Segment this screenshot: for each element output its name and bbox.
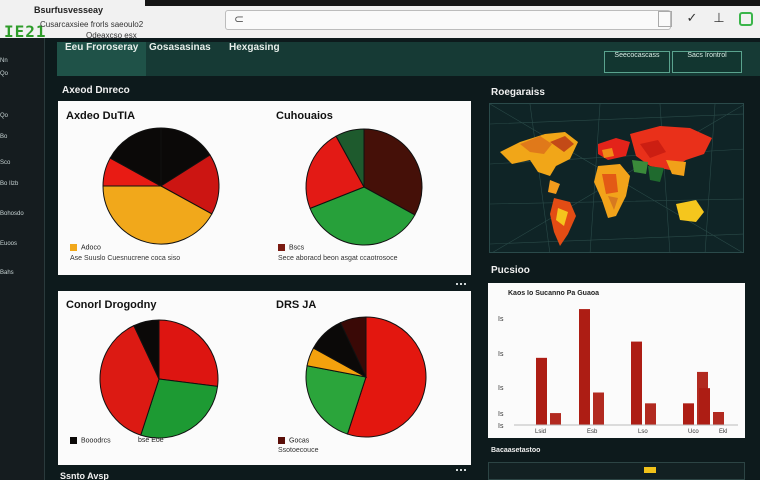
sidebar-item[interactable]: Qo <box>0 71 8 77</box>
sidebar-item[interactable]: Bo <box>0 134 7 140</box>
bar[interactable] <box>536 357 547 425</box>
bottom-panel <box>488 462 745 480</box>
section-title-bottom-right: Bacaasetastoo <box>491 447 541 454</box>
bar[interactable] <box>645 403 656 425</box>
chrome-dark-strip <box>145 0 760 6</box>
section-title-bars: Pucsioo <box>491 265 530 276</box>
address-button[interactable] <box>658 11 672 27</box>
bar[interactable] <box>699 388 710 425</box>
section-title-map: Roegaraiss <box>491 87 545 98</box>
shield-check-icon[interactable] <box>739 12 753 26</box>
x-tick-label: Lsid <box>535 429 547 435</box>
app-subline: Cusarcaxsiee frorls saeoulo2 <box>40 20 144 29</box>
sidebar: Nn Qo Qo Bo Sco Bo Ilzb Bohosdo Euoos Ba… <box>0 38 45 480</box>
legend-label: Adoco <box>81 244 101 252</box>
x-tick-label: Ekl <box>719 429 728 435</box>
bar[interactable] <box>579 309 590 425</box>
pie-slice[interactable] <box>158 319 219 387</box>
sidebar-item[interactable]: Nn <box>0 58 8 64</box>
panel-note: Ssotoecouce <box>278 447 319 454</box>
legend-swatch <box>70 437 77 444</box>
pie-panel: Axdeo DuTIA Adoco Ase Suuslo Cuesnucrene… <box>58 101 268 275</box>
legend-item: Booodrcs <box>70 437 111 444</box>
pie-panel: DRS JA Gocas Ssotoecouce <box>268 291 471 465</box>
sidebar-item[interactable]: Euoos <box>0 241 17 247</box>
legend-swatch <box>278 437 285 444</box>
panel-note: Sece aboracd beon asgat ccaotrosoce <box>278 255 398 262</box>
x-tick-label: Esb <box>587 429 598 435</box>
bar[interactable] <box>593 392 604 426</box>
bar-chart <box>514 309 738 426</box>
pin-icon[interactable]: ⊥ <box>711 11 727 27</box>
address-icon: ⊂ <box>234 12 245 26</box>
tab-geography[interactable]: Gosasasinas <box>141 42 219 76</box>
status-swatch <box>644 467 656 473</box>
bar[interactable] <box>550 413 561 425</box>
pie-panel: Conorl Drogodny Booodrcs bse Eoe <box>58 291 268 465</box>
legend-item: Gocas <box>278 437 309 444</box>
more-icon[interactable] <box>456 283 466 287</box>
more-icon[interactable] <box>456 469 466 473</box>
sidebar-item[interactable]: Sco <box>0 160 10 166</box>
world-map-svg <box>490 104 743 252</box>
legend-item: Adoco <box>70 244 101 251</box>
legend-swatch <box>70 244 77 251</box>
check-icon[interactable]: ✓ <box>684 11 700 27</box>
sidebar-item[interactable]: Bo Ilzb <box>0 181 18 187</box>
world-map[interactable] <box>489 103 744 253</box>
sidebar-item[interactable]: Bahs <box>0 270 14 276</box>
legend-swatch <box>278 244 285 251</box>
legend-label: Bscs <box>289 244 305 252</box>
bar[interactable] <box>683 403 694 425</box>
legend-label: Gocas <box>289 437 310 445</box>
nav-button-secondary[interactable]: Sacs Irontrol <box>672 51 742 73</box>
app-brand: Bsurfusvesseay <box>34 5 104 15</box>
app-subline-2: Odeaxcso esx <box>86 31 137 40</box>
section-title-left: Axeod Dnreco <box>62 85 130 96</box>
sidebar-item[interactable]: Bohosdo <box>0 211 24 217</box>
bar-chart-panel: Kaos Io Sucanno Pa Guaoa Is Is Is Is Is … <box>488 283 745 438</box>
pie-panel: Cuhouaios Bscs Sece aboracd beon asgat c… <box>268 101 471 275</box>
bar[interactable] <box>713 412 724 425</box>
sidebar-item[interactable]: Qo <box>0 113 8 119</box>
legend-label: Booodrcs <box>81 437 111 445</box>
tab-reporting[interactable]: Hexgasing <box>221 42 288 76</box>
legend-item: bse Eoe <box>138 437 164 444</box>
nav-button-primary[interactable]: Seecocascass <box>604 51 670 73</box>
x-tick-label: Lso <box>638 429 648 435</box>
x-tick-label: Uco <box>688 429 699 435</box>
bar[interactable] <box>631 341 642 425</box>
legend-item: Bscs <box>278 244 304 251</box>
tab-overview[interactable]: Eeu Froroseray <box>57 42 147 76</box>
section-title-bottom-left: Ssnto Avsp <box>60 471 109 480</box>
address-bar[interactable] <box>225 10 671 30</box>
panel-note: Ase Suuslo Cuesnucrene coca siso <box>70 255 181 262</box>
